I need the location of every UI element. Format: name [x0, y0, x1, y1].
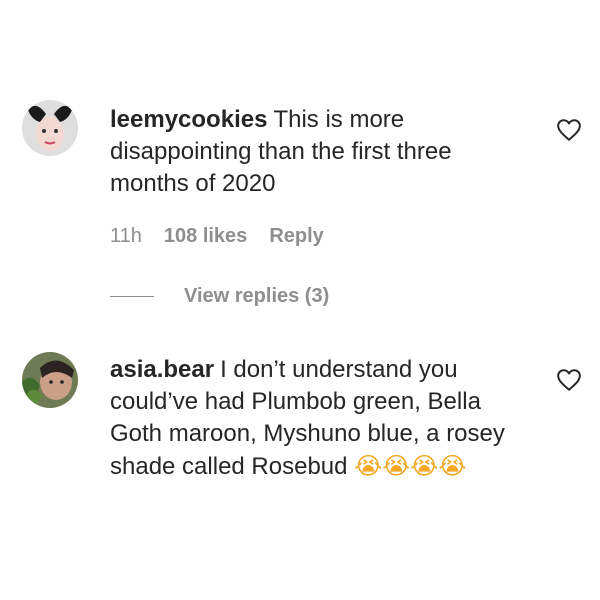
- comment-meta: 11h 108 likes Reply: [110, 225, 324, 248]
- likes-count[interactable]: 108 likes: [164, 225, 247, 248]
- crying-emoji-icon: 😭😭😭😭: [354, 452, 467, 480]
- comment-username[interactable]: leemycookies: [110, 106, 267, 133]
- replies-divider: [110, 296, 154, 297]
- heart-outline-icon[interactable]: [556, 118, 582, 142]
- comment-text: leemycookies This is more disappointing t…: [110, 104, 530, 200]
- comment-timestamp: 11h: [110, 225, 142, 247]
- comment-text: asia.bear I don’t understand you could’ve…: [110, 354, 530, 483]
- view-replies[interactable]: View replies (3): [110, 285, 329, 308]
- heart-outline-icon[interactable]: [556, 368, 582, 392]
- comment-username[interactable]: asia.bear: [110, 356, 214, 383]
- avatar[interactable]: [22, 100, 78, 156]
- avatar[interactable]: [22, 352, 78, 408]
- view-replies-button[interactable]: View replies (3): [184, 285, 329, 308]
- reply-button[interactable]: Reply: [269, 225, 323, 248]
